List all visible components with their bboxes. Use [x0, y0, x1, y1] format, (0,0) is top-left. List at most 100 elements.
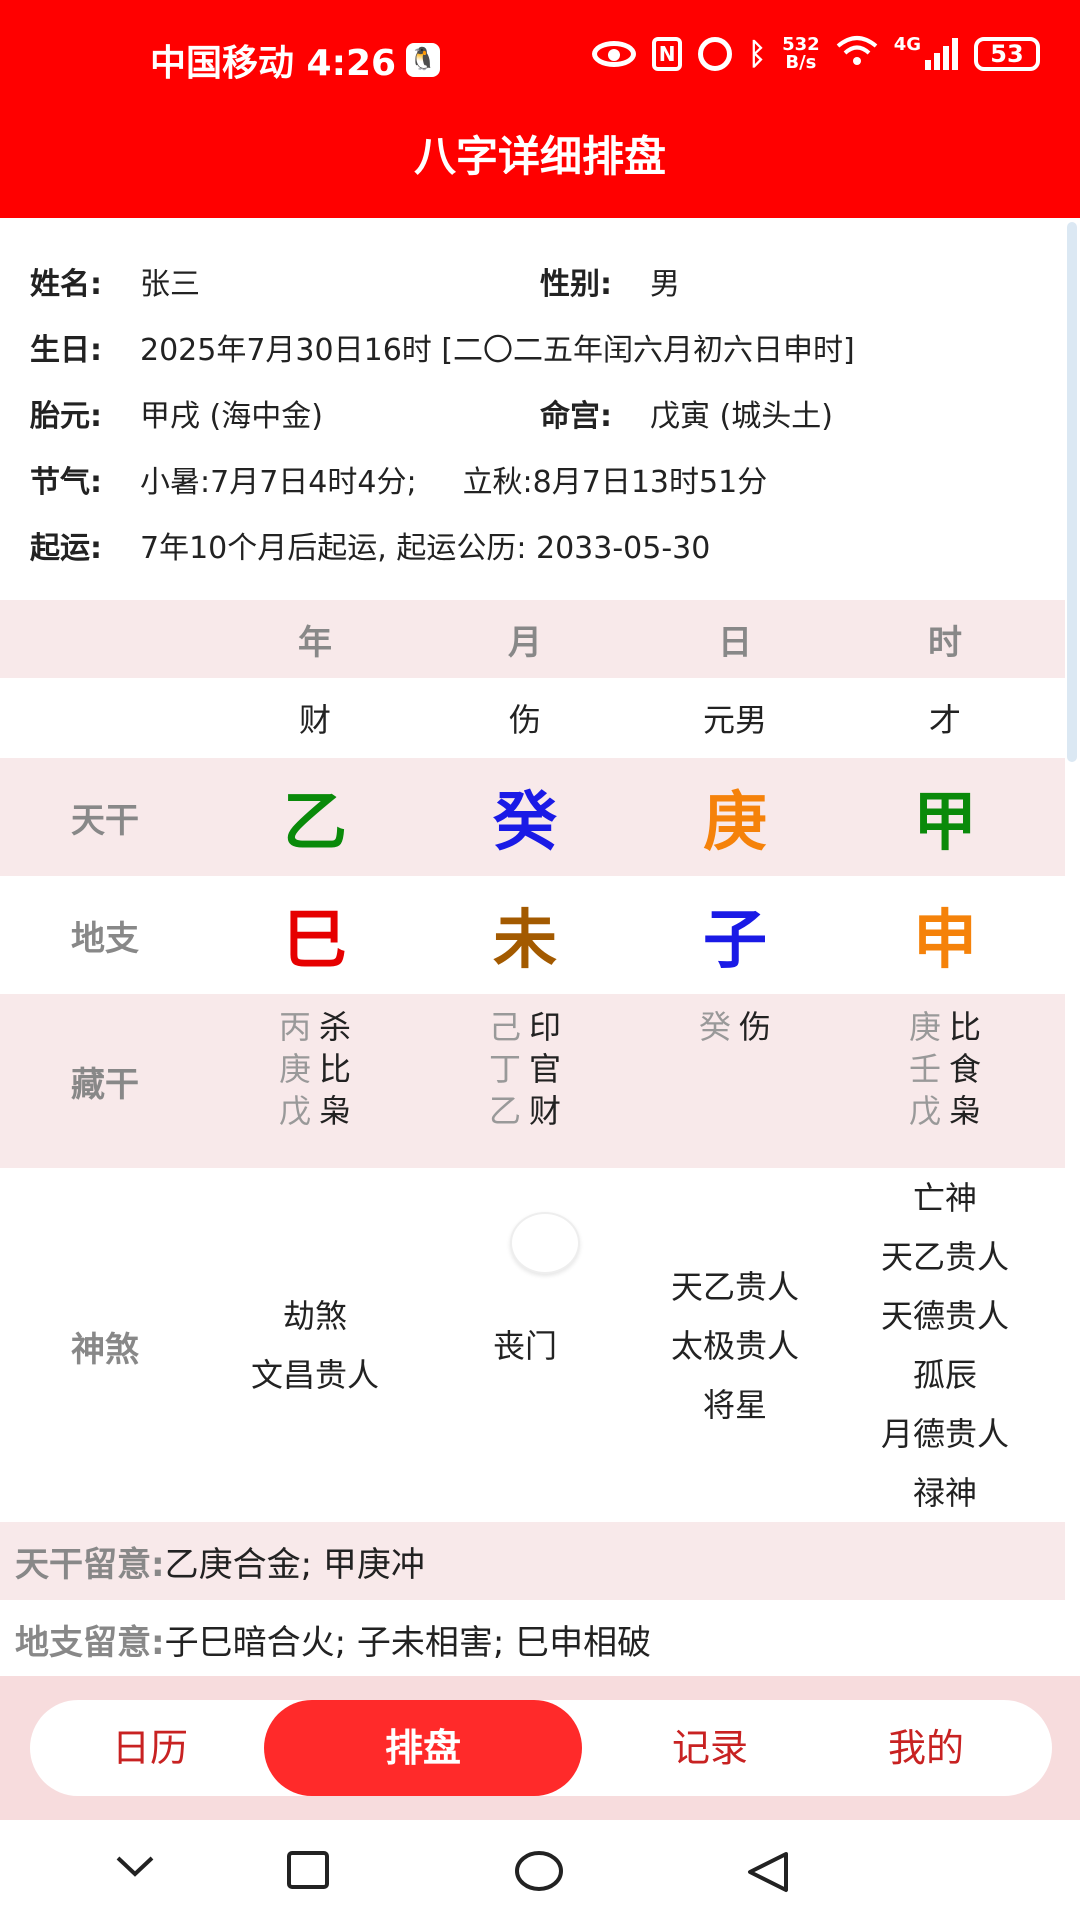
net-speed: 532 B/s [782, 36, 820, 72]
tab-paipan[interactable]: 排盘 [264, 1700, 582, 1796]
info-row-qiyun: 起运: 7年10个月后起运, 起运公历: 2033-05-30 [30, 512, 1050, 578]
canggan-label: 藏干 [71, 1064, 139, 1105]
canggan-stem: 庚 [278, 1050, 311, 1088]
info-row-jieqi: 节气: 小暑:7月7日4时4分; 立秋:8月7日13时51分 [30, 446, 1050, 512]
canggan-stem: 丁 [488, 1050, 521, 1088]
canggan-stem: 己 [488, 1008, 521, 1046]
canggan-god: 财 [529, 1092, 562, 1130]
status-bar: 中国移动 4:26 🐧 N ᛒ 532 B/s 4G 53 [0, 0, 1080, 112]
canggan-god: 枭 [319, 1092, 352, 1130]
scrollbar[interactable] [1067, 222, 1077, 762]
shensha-item: 丧门 [492, 1326, 557, 1365]
canggan-stem: 戊 [278, 1092, 311, 1130]
dizhi-day: 子 [703, 904, 767, 978]
canggan-god: 伤 [739, 1008, 772, 1046]
back-triangle-icon[interactable] [746, 1850, 790, 1898]
column-day: 日 [718, 622, 752, 663]
info-row-birthday: 生日: 2025年7月30日16时 [二〇二五年闰六月初六日申时] [30, 314, 1050, 380]
shensha-item: 文昌贵人 [250, 1356, 379, 1394]
canggan-year: 丙杀庚比戊枭 [279, 1006, 351, 1132]
canggan-stem: 壬 [908, 1050, 941, 1088]
canggan-hour: 庚比壬食戊枭 [909, 1006, 981, 1132]
qq-icon: 🐧 [406, 43, 441, 77]
grid-header-row: 年 月 日 时 [0, 600, 1065, 678]
name-value: 张三 [140, 267, 200, 302]
name-label: 姓名: [30, 267, 102, 302]
dizhi-month: 未 [493, 904, 557, 978]
tiangan-note-value: 乙庚合金; 甲庚冲 [164, 1544, 425, 1585]
canggan-item: 庚比 [279, 1048, 351, 1090]
shensha-year: 劫煞 文昌贵人 [210, 1287, 420, 1405]
canggan-item: 庚比 [909, 1006, 981, 1048]
canggan-stem: 癸 [698, 1008, 731, 1046]
nfc-icon: N [652, 37, 683, 71]
canggan-item: 戊枭 [279, 1090, 351, 1132]
column-year: 年 [298, 622, 332, 663]
taiyuan-value: 甲戌 (海中金) [140, 399, 323, 434]
info-row-taiyuan: 胎元: 甲戌 (海中金) 命宫: 戊寅 (城头土) [30, 380, 1050, 446]
tiangan-row: 天干 乙 癸 庚 甲 [0, 758, 1065, 876]
canggan-item: 乙财 [489, 1090, 561, 1132]
shensha-item: 亡神 [912, 1179, 977, 1217]
tab-mine[interactable]: 我的 [836, 1700, 1016, 1796]
tiangan-month: 癸 [493, 786, 557, 860]
canggan-god: 官 [529, 1050, 562, 1088]
tiangan-hour: 甲 [913, 786, 977, 860]
carrier-time: 中国移动 4:26 [150, 43, 397, 84]
page-title: 八字详细排盘 [0, 112, 1080, 218]
jieqi-value-2: 立秋:8月7日13时51分 [462, 465, 768, 500]
signal-icon [925, 38, 958, 70]
shensha-day: 天乙贵人太极贵人将星 [630, 1258, 840, 1435]
square-icon[interactable] [286, 1850, 330, 1894]
canggan-god: 印 [529, 1008, 562, 1046]
dizhi-note: 地支留意: 子巳暗合火; 子未相害; 巳申相破 [0, 1600, 1065, 1678]
shensha-item: 太极贵人 [670, 1326, 799, 1365]
shishen-year: 财 [298, 701, 331, 739]
dizhi-note-label: 地支留意: [15, 1622, 165, 1663]
bluetooth-icon: ᛒ [748, 36, 767, 72]
shensha-item: 天乙贵人 [670, 1267, 799, 1306]
canggan-row: 藏干 丙杀庚比戊枭 己印丁官乙财 癸伤 庚比壬食戊枭 [0, 994, 1065, 1168]
tiangan-year: 乙 [283, 786, 347, 860]
tiangan-day: 庚 [703, 786, 767, 860]
tab-pill: 日历 排盘 记录 我的 [30, 1700, 1052, 1796]
jieqi-label: 节气: [30, 465, 102, 500]
shensha-item: 天德贵人 [880, 1297, 1009, 1335]
birthday-value: 2025年7月30日16时 [二〇二五年闰六月初六日申时] [140, 333, 855, 368]
canggan-day: 癸伤 [699, 1006, 771, 1048]
canggan-god: 杀 [319, 1008, 352, 1046]
circle-icon[interactable] [514, 1850, 564, 1896]
taiyuan-label: 胎元: [30, 399, 102, 434]
chevron-down-icon[interactable] [114, 1850, 156, 1886]
dizhi-note-value: 子巳暗合火; 子未相害; 巳申相破 [164, 1622, 652, 1663]
canggan-god: 枭 [949, 1092, 982, 1130]
shensha-item: 将星 [702, 1385, 767, 1424]
alarm-icon [698, 37, 733, 71]
canggan-item: 丁官 [489, 1048, 561, 1090]
net-speed-unit: B/s [785, 52, 817, 73]
shishen-row: 财 伤 元男 才 [0, 678, 1065, 758]
canggan-item: 癸伤 [699, 1006, 771, 1048]
gender-label: 性别: [540, 267, 612, 302]
canggan-stem: 乙 [488, 1092, 521, 1130]
eye-icon [592, 41, 637, 67]
status-left: 中国移动 4:26 🐧 [150, 34, 441, 86]
dizhi-label: 地支 [71, 918, 139, 959]
canggan-god: 比 [949, 1008, 982, 1046]
dizhi-hour: 申 [913, 904, 977, 978]
canggan-god: 比 [319, 1050, 352, 1088]
minggong-label: 命宫: [540, 399, 612, 434]
tiangan-note-label: 天干留意: [15, 1544, 165, 1585]
qiyun-value: 7年10个月后起运, 起运公历: 2033-05-30 [140, 531, 711, 566]
canggan-stem: 庚 [908, 1008, 941, 1046]
network-type: 4G [893, 34, 921, 55]
tab-calendar[interactable]: 日历 [60, 1700, 240, 1796]
battery-icon: 53 [974, 37, 1040, 71]
shensha-item: 孤辰 [912, 1356, 977, 1394]
shensha-item: 劫煞 [282, 1297, 347, 1335]
canggan-stem: 戊 [908, 1092, 941, 1130]
jieqi-value-1: 小暑:7月7日4时4分; [140, 465, 417, 500]
tab-records[interactable]: 记录 [620, 1700, 800, 1796]
bottom-tab-bar: 日历 排盘 记录 我的 [0, 1676, 1080, 1820]
system-nav-bar [0, 1820, 1080, 1920]
